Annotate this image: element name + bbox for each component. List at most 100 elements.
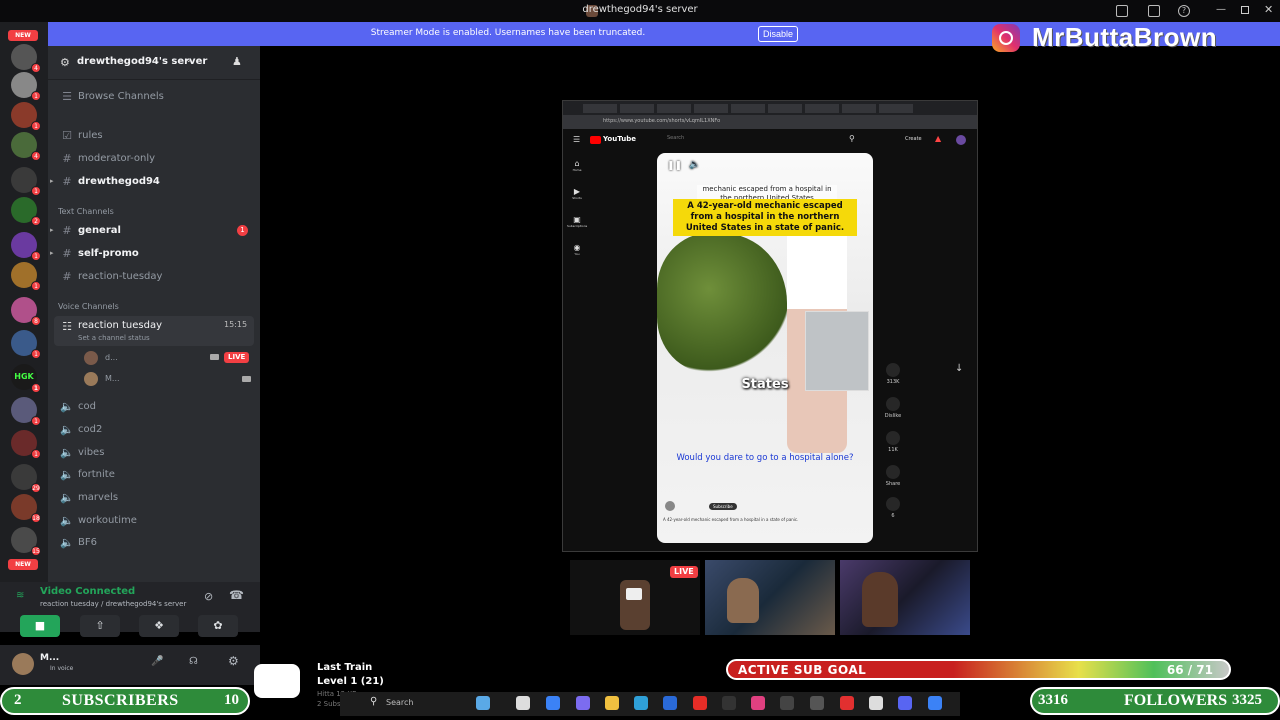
search-icon[interactable]: ⚲	[849, 134, 855, 143]
inbox-icon[interactable]	[1116, 5, 1128, 17]
app-icon[interactable]	[780, 696, 794, 710]
channel-self-promo[interactable]: ▸ # self-promo	[50, 243, 254, 265]
app-icon[interactable]	[476, 696, 490, 710]
cam-tile[interactable]	[705, 560, 835, 635]
search-input[interactable]: Search	[667, 135, 684, 141]
you-nav[interactable]: ◉ You	[567, 243, 587, 271]
server-icon[interactable]: 4	[11, 132, 41, 161]
app-icon[interactable]	[810, 696, 824, 710]
edge-icon[interactable]	[634, 696, 648, 710]
server-header[interactable]: ⚙ drewthegod94's server ⌄ ♟	[48, 46, 260, 80]
share-button[interactable]: Share	[881, 465, 905, 487]
create-button[interactable]: Create	[905, 136, 922, 142]
disable-button[interactable]: Disable	[758, 26, 798, 42]
channel-rules[interactable]: ☑ rules	[54, 125, 254, 147]
volume-icon[interactable]: 🔈	[689, 160, 700, 170]
app-icon[interactable]	[663, 696, 677, 710]
server-icon[interactable]: 1	[11, 102, 41, 131]
server-icon[interactable]: HGK 1	[11, 364, 41, 393]
voice-channel-workoutime[interactable]: 🔈 workoutime	[54, 510, 254, 532]
voice-channel-cod2[interactable]: 🔈 cod2	[54, 419, 254, 441]
subscribe-button[interactable]: Subscribe	[709, 503, 737, 510]
server-icon[interactable]: 1	[11, 397, 41, 426]
voice-channel-fortnite[interactable]: 🔈 fortnite	[54, 464, 254, 486]
server-icon[interactable]: 4	[11, 44, 41, 73]
app-icon[interactable]	[546, 696, 560, 710]
maximize-button[interactable]	[1241, 6, 1249, 14]
cam-tile[interactable]: LIVE	[570, 560, 700, 635]
youtube-icon[interactable]	[693, 696, 707, 710]
server-icon[interactable]: 1	[11, 232, 41, 261]
browser-tab-strip[interactable]	[563, 101, 977, 115]
folder-icon[interactable]	[605, 696, 619, 710]
voice-channel-cod[interactable]: 🔈 cod	[54, 396, 254, 418]
server-icon[interactable]: 8	[11, 297, 41, 326]
comments-button[interactable]: 11K	[881, 431, 905, 453]
add-member-icon[interactable]: ♟	[232, 55, 242, 68]
youtube-logo-icon[interactable]	[590, 136, 601, 144]
close-button[interactable]: ✕	[1264, 3, 1273, 16]
camera-button[interactable]: ■	[20, 615, 60, 637]
voice-user[interactable]: M...	[54, 369, 254, 389]
minimize-button[interactable]: —	[1216, 4, 1226, 15]
tiktok-icon[interactable]	[751, 696, 765, 710]
channel-moderator-only[interactable]: # moderator-only	[54, 148, 254, 170]
voice-status-title[interactable]: Video Connected	[40, 586, 135, 597]
voice-channel-reaction-tuesday[interactable]: ☷ reaction tuesday 15:15 Set a channel s…	[54, 316, 254, 346]
microphone-icon[interactable]: 🎤	[151, 656, 163, 667]
app-icon[interactable]	[869, 696, 883, 710]
category-voice-channels[interactable]: Voice Channels	[58, 302, 119, 311]
cam-tile[interactable]	[840, 560, 970, 635]
disconnect-icon[interactable]: ☎	[229, 588, 244, 602]
server-icon[interactable]: 15	[11, 527, 41, 556]
voice-channel-vibes[interactable]: 🔈 vibes	[54, 442, 254, 464]
app-icon[interactable]	[928, 696, 942, 710]
channel-status[interactable]: Set a channel status	[78, 334, 150, 342]
voice-channel-bf6[interactable]: 🔈 BF6	[54, 532, 254, 554]
avatar[interactable]	[12, 653, 34, 675]
notifications-icon[interactable]: ▲	[935, 134, 941, 143]
server-icon[interactable]: 1	[11, 430, 41, 459]
app-icon[interactable]	[516, 696, 530, 710]
pause-icon[interactable]: ❚❚	[667, 161, 682, 171]
channel-general[interactable]: ▸ # general 1	[50, 220, 254, 242]
monitor-icon[interactable]	[1148, 5, 1160, 17]
dislike-button[interactable]: Dislike	[881, 397, 905, 419]
headphones-icon[interactable]: ☊	[189, 656, 198, 667]
app-icon[interactable]	[722, 696, 736, 710]
category-text-channels[interactable]: Text Channels	[58, 207, 114, 216]
server-icon[interactable]: 18	[11, 494, 41, 523]
voice-channel-marvels[interactable]: 🔈 marvels	[54, 487, 254, 509]
server-icon[interactable]: 1	[11, 167, 41, 196]
server-icon[interactable]: 1	[11, 72, 41, 101]
browser-tabs[interactable]	[583, 104, 913, 113]
discord-icon[interactable]	[898, 696, 912, 710]
server-icon[interactable]: 1	[11, 262, 41, 291]
channel-avatar[interactable]	[665, 501, 675, 511]
server-icon[interactable]: 2	[11, 197, 41, 226]
server-icon[interactable]: 1	[11, 330, 41, 359]
help-icon[interactable]: ?	[1178, 5, 1190, 17]
browser-address-bar[interactable]: https://www.youtube.com/shorts/vLqmIL1XN…	[563, 115, 977, 129]
voice-user[interactable]: d... LIVE	[54, 348, 254, 368]
soundboard-button[interactable]: ✿	[198, 615, 238, 637]
noise-suppression-icon[interactable]: ⊘	[204, 590, 213, 603]
browse-channels[interactable]: ☰ Browse Channels	[54, 86, 254, 108]
app-icon[interactable]	[840, 696, 854, 710]
app-icon[interactable]	[576, 696, 590, 710]
remix-button[interactable]: 6	[881, 497, 905, 519]
short-video-player[interactable]: ❚❚ 🔈 mechanic escaped from a hospital in…	[657, 153, 873, 543]
like-button[interactable]: 313K	[881, 363, 905, 385]
menu-icon[interactable]: ☰	[573, 135, 580, 144]
gear-icon[interactable]: ⚙	[228, 654, 239, 668]
taskbar-search[interactable]: Search	[386, 698, 413, 707]
shorts-nav[interactable]: ▶ Shorts	[567, 187, 587, 215]
channel-drewthegod94[interactable]: ▸ # drewthegod94	[50, 171, 254, 193]
search-icon[interactable]: ⚲	[370, 696, 377, 707]
avatar[interactable]	[956, 135, 966, 145]
server-icon[interactable]: 29	[11, 464, 41, 493]
activities-button[interactable]: ❖	[139, 615, 179, 637]
subscriptions-nav[interactable]: ▣ Subscriptions	[567, 215, 587, 243]
channel-reaction-tuesday[interactable]: # reaction-tuesday	[54, 266, 254, 288]
screen-share-button[interactable]: ⇧	[80, 615, 120, 637]
